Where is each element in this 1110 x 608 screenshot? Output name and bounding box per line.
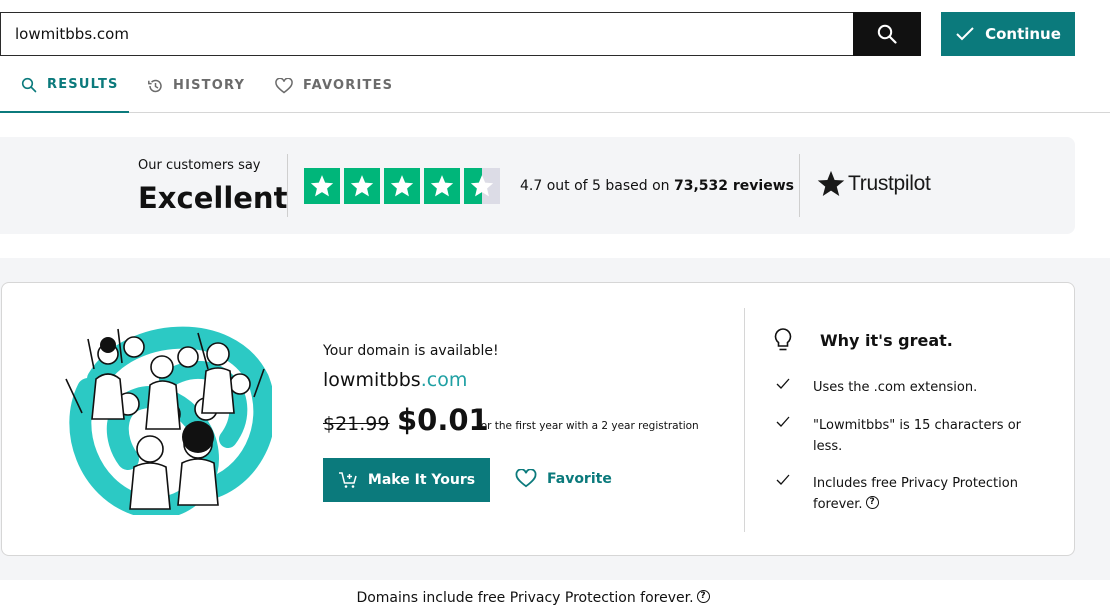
tab-history[interactable]: HISTORY [147,58,245,113]
add-to-cart-icon [338,472,357,488]
tab-favorites[interactable]: FAVORITES [275,58,393,113]
favorite-label: Favorite [547,470,612,487]
results-tabs: RESULTS HISTORY FAVORITES [0,58,1110,113]
make-it-yours-label: Make It Yours [367,472,476,488]
help-icon[interactable]: ? [696,590,710,603]
checkmark-icon [956,27,974,41]
continue-button[interactable]: Continue [941,12,1075,56]
continue-label: Continue [985,25,1061,43]
divider [287,154,288,217]
why-item-text: Uses the .com extension. [813,380,978,395]
why-item: Uses the .com extension. [775,377,1023,398]
tab-favorites-label: FAVORITES [303,78,394,93]
favorite-button[interactable]: Favorite [515,469,612,488]
rating-text: 4.7 out of 5 based on [520,178,670,194]
check-icon [776,378,790,389]
star-icon [304,168,340,204]
check-icon [776,416,790,427]
help-icon[interactable]: ? [865,496,879,509]
star-icon [344,168,380,204]
why-item: Includes free Privacy Protection forever… [775,473,1023,515]
divider [799,154,800,217]
half-star-icon [464,168,500,204]
trustpilot-brand: Trustpilot [848,172,931,195]
tab-results-label: RESULTS [47,77,119,92]
original-price: $21.99 [323,413,390,435]
crowd-illustration [65,326,272,515]
trustpilot-banner: Our customers say Excellent 4.7 out of 5… [0,137,1075,234]
customers-say-text: Our customers say [138,158,261,173]
heart-icon [515,469,537,488]
star-icon [424,168,460,204]
domain-tld: .com [420,369,468,391]
tab-results[interactable]: RESULTS [0,58,129,113]
price-note: for the first year with a 2 year registr… [477,420,699,432]
domain-result-card: Your domain is available! lowmitbbs.com … [1,282,1075,556]
why-item-text: "Lowmitbbs" is 15 characters or less. [813,418,1021,454]
divider [744,308,745,532]
make-it-yours-button[interactable]: Make It Yours [323,458,490,502]
why-title: Why it's great. [820,331,953,350]
privacy-note: Domains include free Privacy Protection … [0,590,1066,606]
tab-history-label: HISTORY [173,78,246,93]
rating-summary: 4.7 out of 5 based on 73,532 reviews [520,178,794,194]
star-icon [384,168,420,204]
lightbulb-icon [774,328,792,351]
privacy-note-text: Domains include free Privacy Protection … [356,590,694,606]
domain-name: lowmitbbs.com [323,369,467,391]
search-button[interactable] [853,12,921,56]
check-icon [776,474,790,485]
review-count: 73,532 reviews [674,178,794,194]
why-item: "Lowmitbbs" is 15 characters or less. [775,415,1023,457]
search-icon [21,77,37,92]
domain-sld: lowmitbbs [323,369,421,391]
trustpilot-stars [304,168,500,204]
why-item-text: Includes free Privacy Protection forever… [813,476,1018,512]
trustpilot-logo[interactable]: Trustpilot [816,169,931,199]
rating-word: Excellent [138,181,288,215]
history-icon [148,79,162,92]
sale-price: $0.01 [397,403,489,437]
trustpilot-star-icon [817,170,845,196]
heart-icon [275,77,293,93]
domain-search-input[interactable] [0,12,853,56]
search-icon [877,24,897,44]
availability-text: Your domain is available! [323,343,499,359]
